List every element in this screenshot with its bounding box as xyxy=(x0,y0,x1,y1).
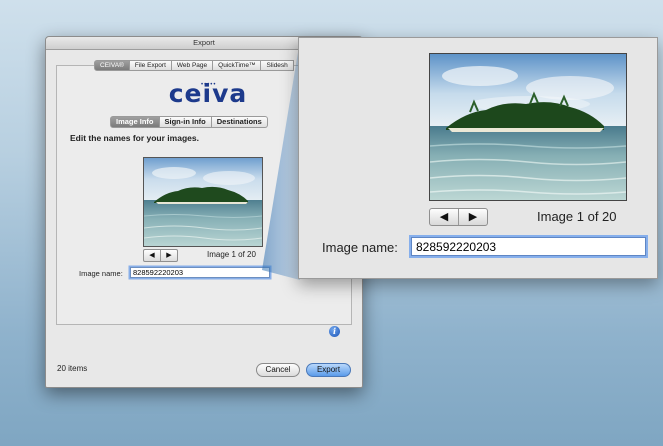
island-photo-small xyxy=(144,158,262,246)
export-tabs: CEIVA® File Export Web Page QuickTime™ S… xyxy=(94,60,294,71)
item-count: 20 items xyxy=(57,364,88,373)
tab-image-info[interactable]: Image Info xyxy=(110,116,160,128)
zoom-callout: ◀ ▶ Image 1 of 20 Image name: xyxy=(298,37,658,279)
image-stepper: ◀ ▶ xyxy=(143,249,178,262)
cancel-button[interactable]: Cancel xyxy=(256,363,300,377)
tab-slideshow[interactable]: Slidesh xyxy=(261,60,294,71)
tab-quicktime[interactable]: QuickTime™ xyxy=(213,60,262,71)
ceiva-subtabs: Image Info Sign-in Info Destinations xyxy=(110,116,268,128)
image-thumbnail-zoomed xyxy=(429,53,627,201)
image-stepper-zoomed: ◀ ▶ xyxy=(429,208,488,226)
image-name-label: Image name: xyxy=(79,269,123,278)
info-icon[interactable]: i xyxy=(329,326,340,337)
next-image-button[interactable]: ▶ xyxy=(160,250,177,261)
tab-ceiva[interactable]: CEIVA® xyxy=(94,60,130,71)
export-button[interactable]: Export xyxy=(306,363,351,377)
image-name-field[interactable] xyxy=(130,267,270,278)
tab-destinations[interactable]: Destinations xyxy=(211,116,268,128)
tab-sign-in-info[interactable]: Sign-in Info xyxy=(159,116,212,128)
image-name-label-zoomed: Image name: xyxy=(322,240,398,255)
previous-image-button[interactable]: ◀ xyxy=(144,250,160,261)
island-photo-large xyxy=(430,54,626,200)
tab-web-page[interactable]: Web Page xyxy=(171,60,214,71)
next-image-button-zoomed[interactable]: ▶ xyxy=(458,209,487,225)
image-counter: Image 1 of 20 xyxy=(207,250,256,259)
image-counter-zoomed: Image 1 of 20 xyxy=(537,209,617,224)
tab-file-export[interactable]: File Export xyxy=(129,60,172,71)
image-name-field-zoomed[interactable] xyxy=(411,237,646,256)
ceiva-logo-dots: ••••• xyxy=(201,82,217,88)
previous-image-button-zoomed[interactable]: ◀ xyxy=(430,209,458,225)
instruction-text: Edit the names for your images. xyxy=(70,133,199,143)
image-thumbnail xyxy=(143,157,263,247)
